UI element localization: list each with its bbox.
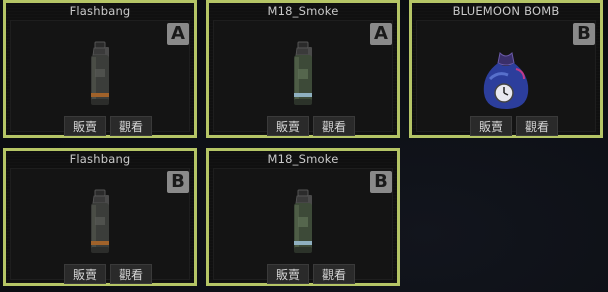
item-title: M18_Smoke — [267, 152, 339, 166]
item-card-flashbang-a[interactable]: Flashbang A 販賣 觀看 — [3, 0, 197, 138]
item-title: M18_Smoke — [267, 4, 339, 18]
grade-badge: A — [167, 23, 189, 45]
smoke-grenade-icon — [294, 189, 312, 253]
item-title: Flashbang — [69, 152, 131, 166]
view-button[interactable]: 觀看 — [313, 116, 355, 136]
view-button[interactable]: 觀看 — [313, 264, 355, 284]
item-card-flashbang-b[interactable]: Flashbang B 販賣 觀看 — [3, 148, 197, 286]
grade-badge: A — [370, 23, 392, 45]
grade-badge: B — [167, 171, 189, 193]
action-buttons: 販賣 觀看 — [470, 116, 558, 136]
action-buttons: 販賣 觀看 — [267, 116, 355, 136]
empty-slot — [409, 148, 603, 286]
view-button[interactable]: 觀看 — [110, 116, 152, 136]
sell-button[interactable]: 販賣 — [267, 264, 309, 284]
sell-button[interactable]: 販賣 — [470, 116, 512, 136]
item-card-m18-smoke-b[interactable]: M18_Smoke B 販賣 觀看 — [206, 148, 400, 286]
sell-button[interactable]: 販賣 — [267, 116, 309, 136]
sell-button[interactable]: 販賣 — [64, 264, 106, 284]
view-button[interactable]: 觀看 — [516, 116, 558, 136]
bluemoon-bomb-icon — [483, 51, 529, 109]
grade-badge: B — [573, 23, 595, 45]
item-title: Flashbang — [69, 4, 131, 18]
item-title: BLUEMOON BOMB — [452, 4, 560, 18]
item-card-m18-smoke-a[interactable]: M18_Smoke A 販賣 觀看 — [206, 0, 400, 138]
sell-button[interactable]: 販賣 — [64, 116, 106, 136]
inventory-grid: Flashbang A 販賣 觀看 M18_Smoke A 販賣 觀看 BLUE… — [0, 0, 608, 292]
smoke-grenade-icon — [294, 41, 312, 105]
flashbang-grenade-icon — [91, 189, 109, 253]
grade-badge: B — [370, 171, 392, 193]
action-buttons: 販賣 觀看 — [267, 264, 355, 284]
item-card-bluemoon-bomb-b[interactable]: BLUEMOON BOMB B 販賣 觀看 — [409, 0, 603, 138]
action-buttons: 販賣 觀看 — [64, 264, 152, 284]
action-buttons: 販賣 觀看 — [64, 116, 152, 136]
flashbang-grenade-icon — [91, 41, 109, 105]
view-button[interactable]: 觀看 — [110, 264, 152, 284]
